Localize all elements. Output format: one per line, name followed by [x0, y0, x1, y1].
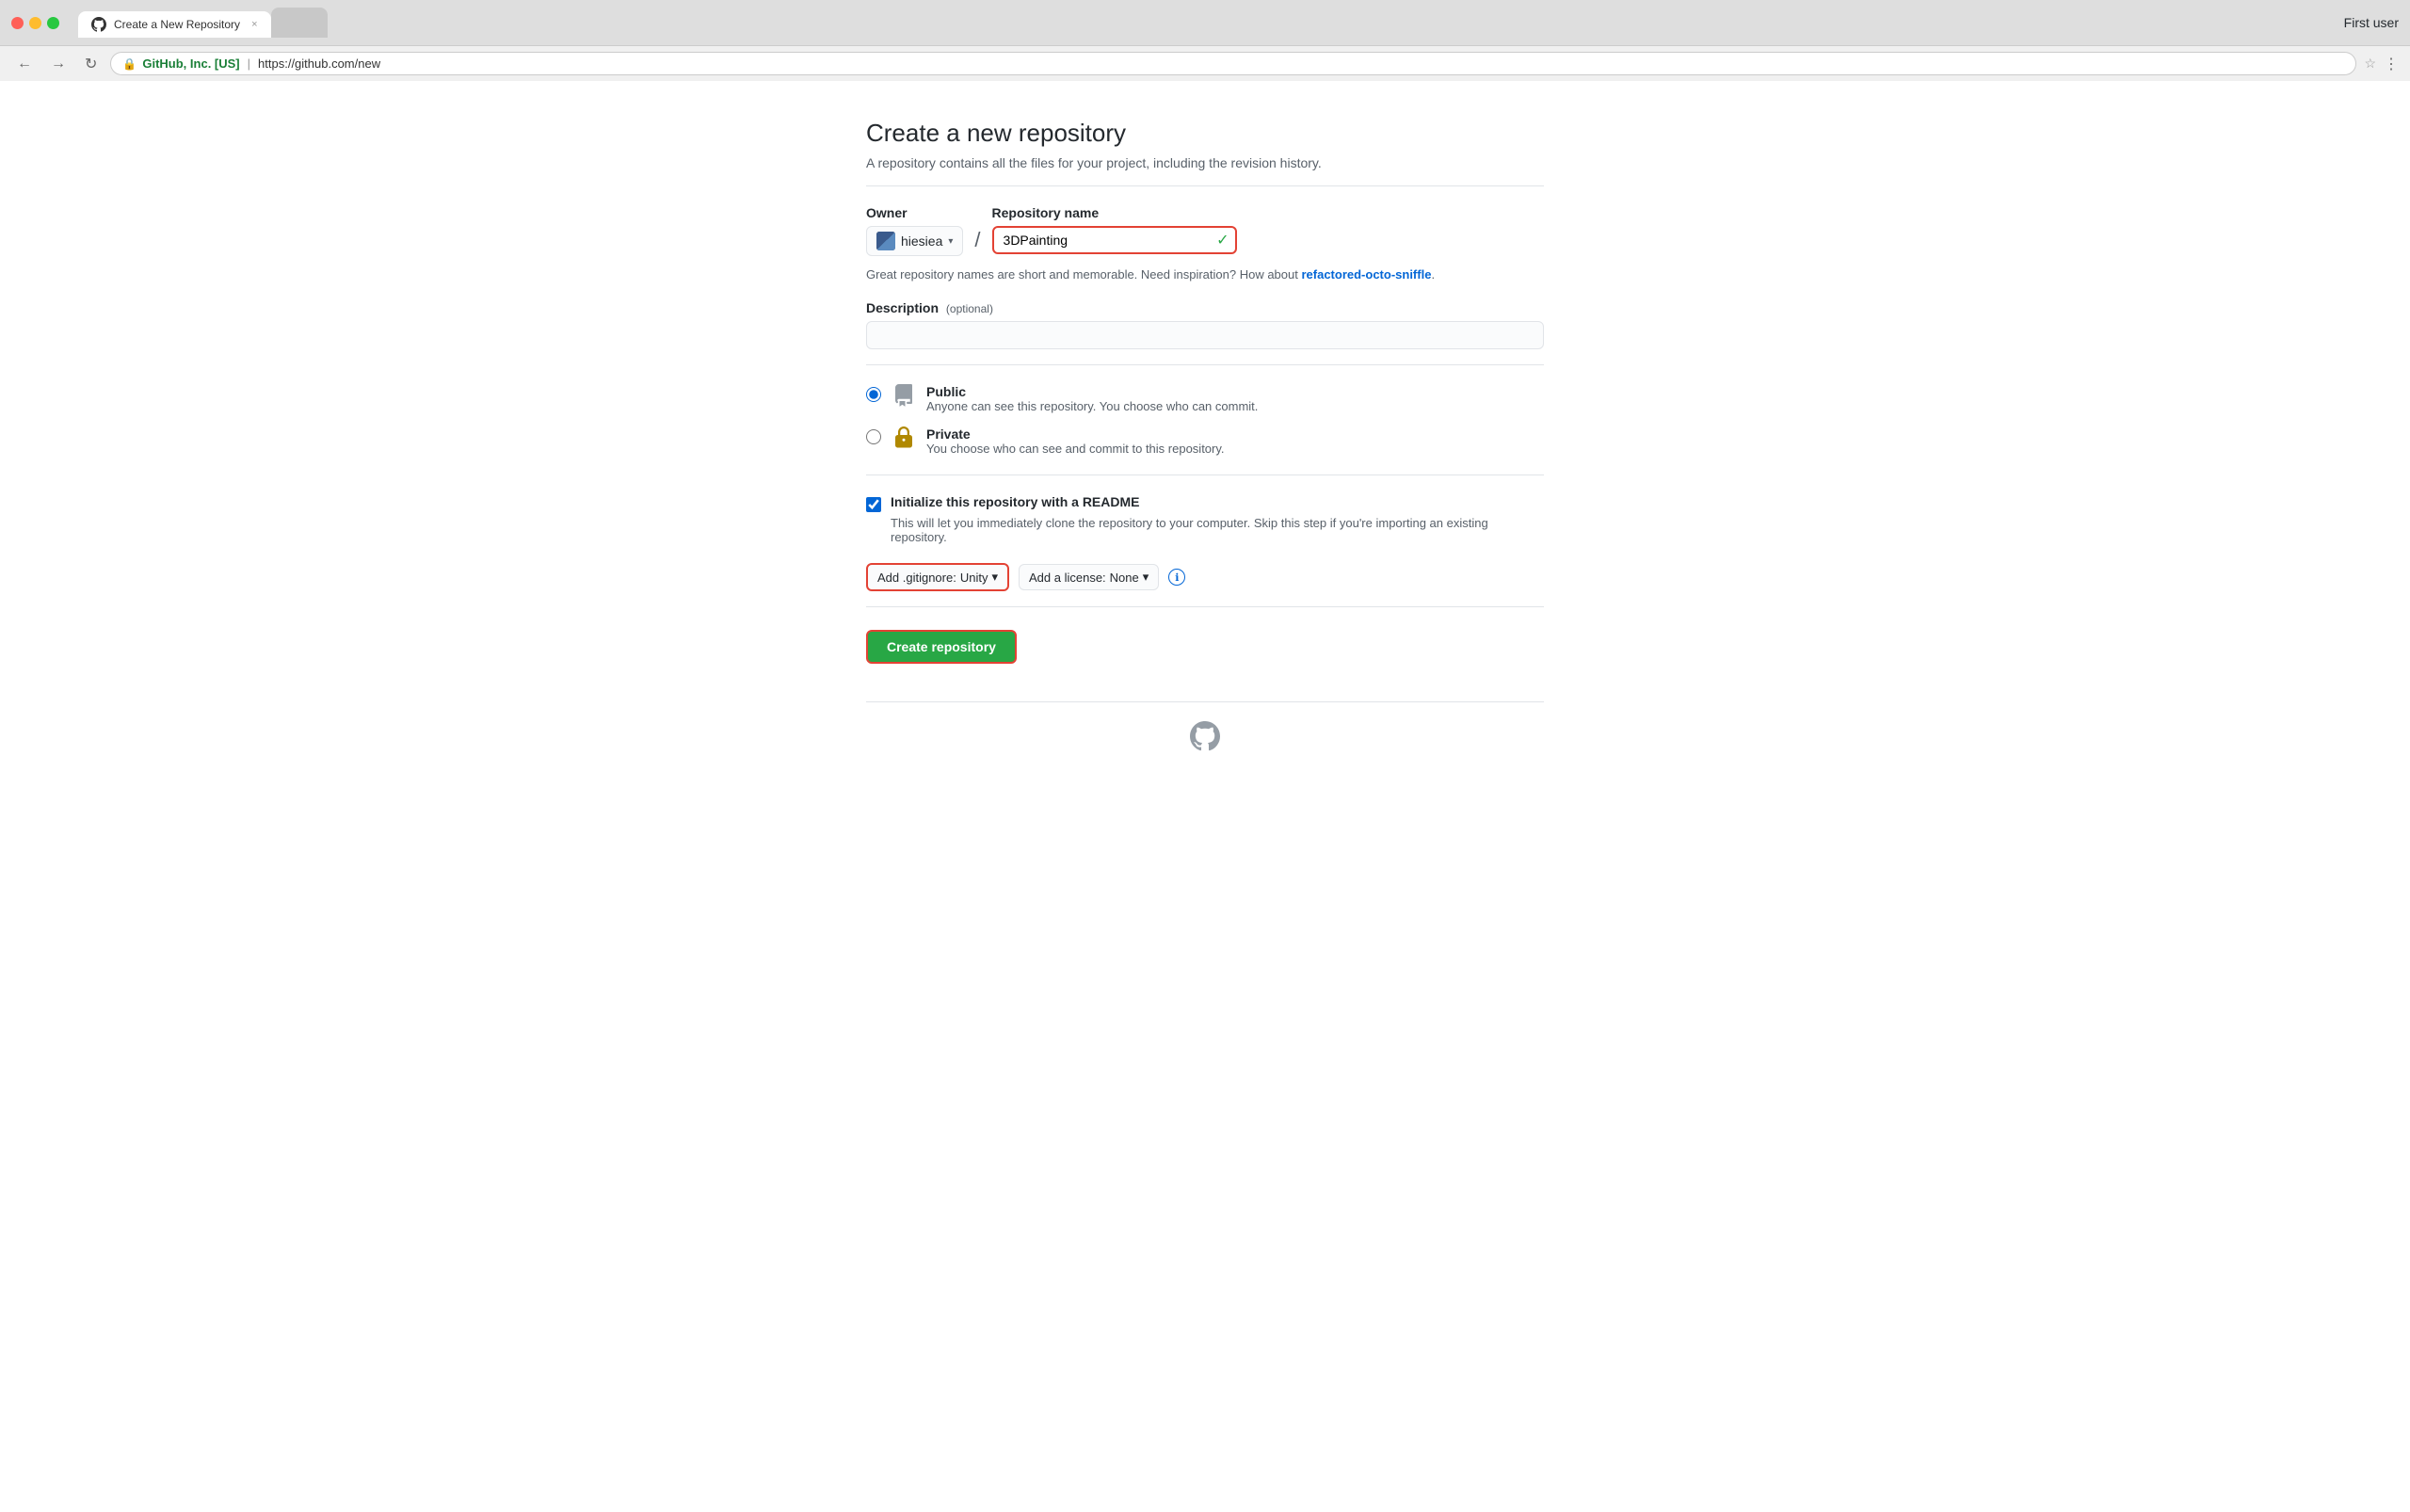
user-label-area: First user	[2344, 15, 2399, 30]
description-group: Description (optional)	[866, 300, 1544, 349]
gitignore-arrow: ▾	[991, 570, 998, 585]
lock-icon: 🔒	[122, 57, 137, 71]
refresh-button[interactable]: ↻	[79, 53, 103, 75]
form-section: Owner hiesiea ▾ / Repository name ✓	[866, 205, 1544, 664]
browser-titlebar: Create a New Repository × First user	[0, 0, 2410, 45]
repo-name-group: Repository name ✓	[992, 205, 1237, 254]
readme-checkbox-row: Initialize this repository with a README	[866, 494, 1544, 512]
description-input[interactable]	[866, 321, 1544, 349]
slash-divider: /	[971, 228, 984, 252]
readme-label: Initialize this repository with a README	[891, 494, 1139, 509]
owner-label: Owner	[866, 205, 963, 220]
create-repository-button[interactable]: Create repository	[866, 630, 1017, 664]
owner-group: Owner hiesiea ▾	[866, 205, 963, 256]
back-button[interactable]: ←	[11, 54, 38, 74]
user-label: First user	[2344, 15, 2399, 30]
main-container: Create a new repository A repository con…	[847, 119, 1563, 777]
private-info: Private You choose who can see and commi…	[926, 426, 1225, 456]
address-divider: |	[248, 56, 250, 71]
license-label: Add a license:	[1029, 571, 1106, 585]
section-divider-3	[866, 606, 1544, 607]
heading-divider	[866, 185, 1544, 186]
inactive-tab[interactable]	[271, 8, 328, 38]
repo-name-input[interactable]	[992, 226, 1237, 254]
gitignore-dropdown[interactable]: Add .gitignore: Unity ▾	[866, 563, 1009, 591]
valid-checkmark-icon: ✓	[1216, 231, 1229, 249]
description-optional: (optional)	[946, 302, 993, 315]
maximize-window-button[interactable]	[47, 17, 59, 29]
suggestion-link[interactable]: refactored-octo-sniffle	[1301, 267, 1431, 281]
tab-bar: Create a New Repository ×	[67, 8, 339, 38]
page-footer	[866, 702, 1544, 777]
gitignore-label: Add .gitignore:	[877, 571, 956, 585]
company-name: GitHub, Inc. [US]	[142, 56, 239, 71]
browser-chrome: Create a New Repository × First user ← →…	[0, 0, 2410, 81]
suggestion-prefix: Great repository names are short and mem…	[866, 267, 1301, 281]
bookmark-icon[interactable]: ☆	[2364, 56, 2376, 72]
public-info: Public Anyone can see this repository. Y…	[926, 384, 1258, 413]
owner-dropdown-arrow: ▾	[948, 236, 953, 247]
owner-repo-row: Owner hiesiea ▾ / Repository name ✓	[866, 205, 1544, 256]
suggestion-suffix: .	[1431, 267, 1435, 281]
description-label: Description (optional)	[866, 300, 1544, 315]
page-content: Create a new repository A repository con…	[0, 81, 2410, 1512]
license-value: None	[1110, 571, 1139, 585]
repo-name-input-wrapper: ✓	[992, 226, 1237, 254]
avatar-image	[876, 232, 895, 250]
public-repo-icon	[892, 384, 915, 413]
footer-octocat-icon	[1190, 732, 1220, 757]
public-option: Public Anyone can see this repository. Y…	[866, 384, 1544, 413]
info-icon[interactable]: ℹ	[1168, 569, 1185, 586]
public-radio[interactable]	[866, 387, 881, 402]
tab-close-button[interactable]: ×	[251, 19, 257, 30]
private-desc: You choose who can see and commit to thi…	[926, 442, 1225, 456]
private-option: Private You choose who can see and commi…	[866, 426, 1544, 456]
license-dropdown[interactable]: Add a license: None ▾	[1019, 564, 1159, 590]
private-repo-icon	[892, 426, 915, 456]
owner-name: hiesiea	[901, 233, 942, 249]
owner-select[interactable]: hiesiea ▾	[866, 226, 963, 256]
license-arrow: ▾	[1143, 570, 1149, 585]
public-label: Public	[926, 384, 1258, 399]
browser-toolbar: ← → ↻ 🔒 GitHub, Inc. [US] | https://gith…	[0, 45, 2410, 81]
owner-avatar	[876, 232, 895, 250]
visibility-section: Public Anyone can see this repository. Y…	[866, 384, 1544, 456]
repo-name-label: Repository name	[992, 205, 1237, 220]
close-window-button[interactable]	[11, 17, 24, 29]
page-heading: Create a new repository	[866, 119, 1544, 148]
private-radio[interactable]	[866, 429, 881, 444]
page-subtitle: A repository contains all the files for …	[866, 155, 1544, 170]
section-divider-1	[866, 364, 1544, 365]
readme-checkbox[interactable]	[866, 497, 881, 512]
active-tab[interactable]: Create a New Repository ×	[78, 11, 271, 38]
address-bar[interactable]: 🔒 GitHub, Inc. [US] | https://github.com…	[110, 52, 2356, 75]
tab-title: Create a New Repository	[114, 18, 240, 31]
gitignore-value: Unity	[960, 571, 988, 585]
tab-favicon	[91, 17, 106, 32]
public-desc: Anyone can see this repository. You choo…	[926, 399, 1258, 413]
suggestion-text: Great repository names are short and mem…	[866, 267, 1544, 281]
private-label: Private	[926, 426, 1225, 442]
window-controls	[11, 17, 59, 29]
initialize-section: Initialize this repository with a README…	[866, 494, 1544, 544]
minimize-window-button[interactable]	[29, 17, 41, 29]
forward-button[interactable]: →	[45, 54, 72, 74]
browser-menu-icon[interactable]: ⋮	[2384, 55, 2399, 73]
url-text: https://github.com/new	[258, 56, 380, 71]
dropdowns-row: Add .gitignore: Unity ▾ Add a license: N…	[866, 563, 1544, 591]
readme-desc: This will let you immediately clone the …	[891, 516, 1544, 544]
submit-section: Create repository	[866, 630, 1544, 664]
